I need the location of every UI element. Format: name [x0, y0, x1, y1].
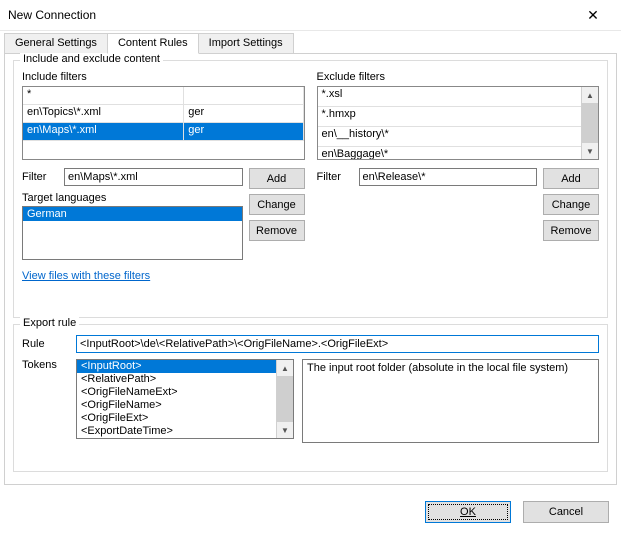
list-item[interactable]: German [23, 207, 242, 221]
exclude-filter-input[interactable] [359, 168, 538, 186]
exclude-column: Exclude filters *.xsl *.hmxp en\__histor… [317, 69, 600, 260]
tab-page: Include and exclude content Include filt… [4, 53, 617, 485]
list-item[interactable]: <OrigFileName> [77, 399, 277, 412]
target-languages-label: Target languages [22, 192, 243, 204]
scrollbar[interactable]: ▲ ▼ [581, 87, 598, 159]
exclude-remove-button[interactable]: Remove [543, 220, 599, 241]
dialog-buttons: OK Cancel [425, 501, 609, 523]
ok-button[interactable]: OK [425, 501, 511, 523]
cancel-button[interactable]: Cancel [523, 501, 609, 523]
table-row[interactable]: * [23, 87, 304, 105]
list-item[interactable]: *.xsl [318, 87, 583, 107]
tab-import[interactable]: Import Settings [198, 33, 294, 53]
titlebar: New Connection ✕ [0, 0, 621, 31]
rule-input[interactable] [76, 335, 599, 353]
filter-label: Filter [22, 171, 58, 183]
scrollbar[interactable]: ▲ ▼ [276, 360, 293, 438]
include-exclude-group: Include and exclude content Include filt… [13, 60, 608, 318]
list-item[interactable]: en\__history\* [318, 127, 583, 147]
include-column: Include filters * en\Topics\*.xml ger en… [22, 69, 305, 260]
chevron-down-icon[interactable]: ▼ [582, 143, 598, 159]
chevron-down-icon[interactable]: ▼ [277, 422, 293, 438]
include-grid[interactable]: * en\Topics\*.xml ger en\Maps\*.xml ger [22, 86, 305, 160]
window-title: New Connection [8, 8, 573, 22]
rule-label: Rule [22, 338, 68, 350]
list-item[interactable]: en\Baggage\* [318, 147, 583, 160]
table-row[interactable]: en\Maps\*.xml ger [23, 123, 304, 141]
include-add-button[interactable]: Add [249, 168, 305, 189]
list-item[interactable]: <OrigFileNameExt> [77, 386, 277, 399]
list-item[interactable]: <ExportDateTime> [77, 425, 277, 438]
export-rule-title: Export rule [20, 317, 79, 329]
close-icon[interactable]: ✕ [573, 7, 613, 24]
list-item[interactable]: *.hmxp [318, 107, 583, 127]
scrollbar-track[interactable] [277, 376, 293, 422]
table-row[interactable]: en\Topics\*.xml ger [23, 105, 304, 123]
tokens-label: Tokens [22, 359, 68, 443]
scrollbar-track[interactable] [582, 103, 598, 143]
tab-strip: General Settings Content Rules Import Se… [0, 31, 621, 53]
list-item[interactable]: <OrigFileExt> [77, 412, 277, 425]
list-item[interactable]: <RelativePath> [77, 373, 277, 386]
tab-general[interactable]: General Settings [4, 33, 108, 53]
include-change-button[interactable]: Change [249, 194, 305, 215]
exclude-change-button[interactable]: Change [543, 194, 599, 215]
target-languages-list[interactable]: German [22, 206, 243, 260]
export-rule-group: Export rule Rule Tokens <InputRoot> <Rel… [13, 324, 608, 472]
include-filter-input[interactable] [64, 168, 243, 186]
dialog-window: New Connection ✕ General Settings Conten… [0, 0, 621, 533]
view-files-link[interactable]: View files with these filters [22, 270, 150, 282]
chevron-up-icon[interactable]: ▲ [277, 360, 293, 376]
token-description: The input root folder (absolute in the l… [302, 359, 599, 443]
tokens-list[interactable]: <InputRoot> <RelativePath> <OrigFileName… [76, 359, 294, 439]
exclude-add-button[interactable]: Add [543, 168, 599, 189]
chevron-up-icon[interactable]: ▲ [582, 87, 598, 103]
include-remove-button[interactable]: Remove [249, 220, 305, 241]
include-title: Include filters [22, 71, 305, 83]
tab-content-rules[interactable]: Content Rules [107, 33, 199, 54]
filter-label: Filter [317, 171, 353, 183]
group-title: Include and exclude content [20, 53, 163, 65]
exclude-title: Exclude filters [317, 71, 600, 83]
exclude-grid[interactable]: *.xsl *.hmxp en\__history\* en\Baggage\*… [317, 86, 600, 160]
list-item[interactable]: <InputRoot> [77, 360, 277, 373]
